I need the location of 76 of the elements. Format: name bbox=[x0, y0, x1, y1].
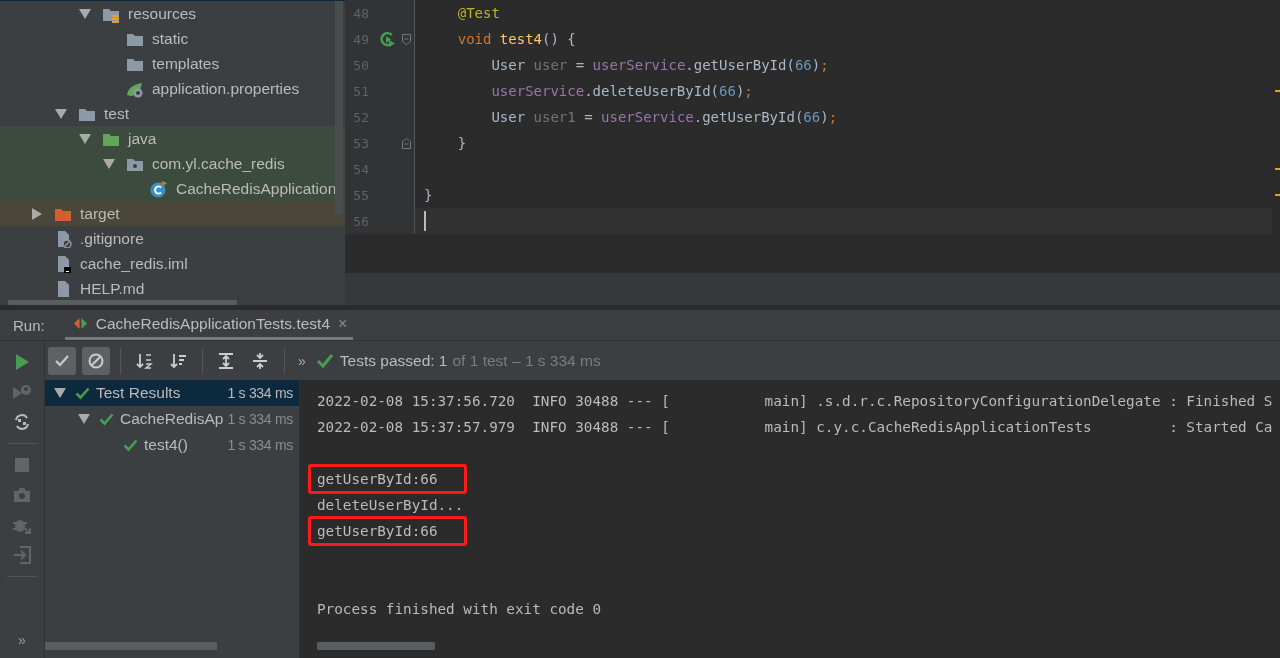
tree-item[interactable]: target bbox=[0, 201, 345, 226]
collapse-all-icon bbox=[251, 351, 269, 370]
show-ignored-button[interactable] bbox=[82, 346, 110, 375]
class-icon bbox=[150, 179, 168, 198]
tree-item-label: target bbox=[80, 204, 120, 223]
code-line: @Test bbox=[456, 4, 501, 23]
tree-item[interactable]: .gitignore bbox=[0, 226, 345, 251]
show-ignored-icon bbox=[87, 351, 105, 370]
console-line: deleteUserById... bbox=[317, 496, 464, 515]
horizontal-scrollbar[interactable] bbox=[317, 642, 435, 650]
code-line: } bbox=[456, 134, 468, 153]
tree-item-label: CacheRedisApplication bbox=[176, 179, 337, 198]
sort-by-duration-icon bbox=[169, 351, 187, 370]
tree-item[interactable]: static bbox=[0, 26, 345, 51]
tree-item-label: templates bbox=[152, 54, 220, 73]
more-button[interactable]: » bbox=[14, 632, 30, 648]
expanded-arrow-icon[interactable] bbox=[102, 157, 116, 170]
rerun-failed-icon bbox=[12, 382, 32, 402]
sort-alphabetically-icon bbox=[135, 351, 153, 370]
test-tree-item[interactable]: Test Results 1 s 334 ms bbox=[45, 380, 299, 406]
tree-item-label: com.yl.cache_redis bbox=[152, 154, 285, 173]
tree-item[interactable]: templates bbox=[0, 51, 345, 76]
code-line: } bbox=[423, 186, 434, 205]
code-line: void test4() { bbox=[456, 30, 577, 49]
run-config-icon bbox=[72, 317, 88, 330]
expanded-arrow-icon[interactable] bbox=[53, 387, 67, 399]
tree-item[interactable]: HELP.md bbox=[0, 276, 345, 301]
tree-item[interactable]: cache_redis.iml bbox=[0, 251, 345, 276]
expanded-arrow-icon[interactable] bbox=[78, 7, 92, 20]
tree-item[interactable]: java bbox=[0, 126, 345, 151]
tree-item-label: application.properties bbox=[152, 79, 300, 98]
tree-item[interactable]: test bbox=[0, 101, 345, 126]
tree-item-label: static bbox=[152, 29, 189, 48]
run-test-icon[interactable] bbox=[379, 30, 396, 48]
collapsed-arrow-icon[interactable] bbox=[30, 207, 44, 220]
expanded-arrow-icon[interactable] bbox=[78, 132, 92, 145]
code-line: User user = userService.getUserById(66); bbox=[490, 56, 830, 75]
tree-item-label: .gitignore bbox=[80, 229, 144, 248]
tree-item[interactable]: application.properties bbox=[0, 76, 345, 101]
import-icon bbox=[12, 545, 32, 565]
tree-item[interactable]: com.yl.cache_redis bbox=[0, 151, 345, 176]
tree-item[interactable]: resources bbox=[0, 1, 345, 26]
tree-item-label: resources bbox=[128, 4, 197, 23]
status-text: Tests passed: 1 bbox=[339, 351, 448, 370]
check-icon bbox=[75, 386, 90, 400]
camera-icon bbox=[12, 485, 32, 505]
expanded-arrow-icon[interactable] bbox=[77, 413, 91, 425]
code-line: userService.deleteUserById(66); bbox=[490, 82, 754, 101]
tree-item-label: java bbox=[128, 129, 157, 148]
tree-item-label: test bbox=[104, 104, 129, 123]
show-passed-button[interactable] bbox=[48, 346, 76, 375]
test-tree-item[interactable]: test4() 1 s 334 ms bbox=[45, 432, 299, 458]
more-button[interactable]: » bbox=[294, 352, 310, 369]
expand-all-icon bbox=[217, 351, 235, 370]
check-icon bbox=[123, 438, 138, 452]
console-line: Process finished with exit code 0 bbox=[317, 600, 602, 619]
tree-item-label: cache_redis.iml bbox=[80, 254, 188, 273]
horizontal-scrollbar[interactable] bbox=[8, 300, 237, 305]
status-detail: of 1 test – 1 s 334 ms bbox=[452, 351, 601, 370]
check-icon bbox=[315, 352, 334, 369]
check-icon bbox=[99, 412, 114, 426]
run-tab[interactable]: CacheRedisApplicationTests.test4 × bbox=[64, 310, 354, 340]
test-tree-item[interactable]: CacheRedisAp 1 s 334 ms bbox=[45, 406, 299, 432]
expanded-arrow-icon[interactable] bbox=[54, 107, 68, 120]
vertical-scrollbar[interactable] bbox=[335, 1, 343, 214]
fold-marker-icon[interactable] bbox=[402, 137, 411, 149]
toggle-auto-test-icon bbox=[12, 412, 32, 432]
panel-label: Run: bbox=[13, 316, 45, 334]
tree-item[interactable]: CacheRedisApplication bbox=[0, 176, 345, 201]
horizontal-scrollbar[interactable] bbox=[45, 642, 217, 650]
stop-icon bbox=[12, 455, 32, 475]
fold-marker-icon[interactable] bbox=[402, 33, 411, 45]
console-line: 2022-02-08 15:37:56.720 INFO 30488 --- [ main] .s.d.r.c.RepositoryConfigurationDelegate : Finished S bbox=[317, 392, 1273, 411]
code-line: User user1 = userService.getUserById(66); bbox=[490, 108, 839, 127]
console-line: 2022-02-08 15:37:57.979 INFO 30488 --- [ main] c.y.c.CacheRedisApplicationTests : Started Ca bbox=[317, 418, 1273, 437]
tree-item-label: HELP.md bbox=[80, 279, 145, 298]
